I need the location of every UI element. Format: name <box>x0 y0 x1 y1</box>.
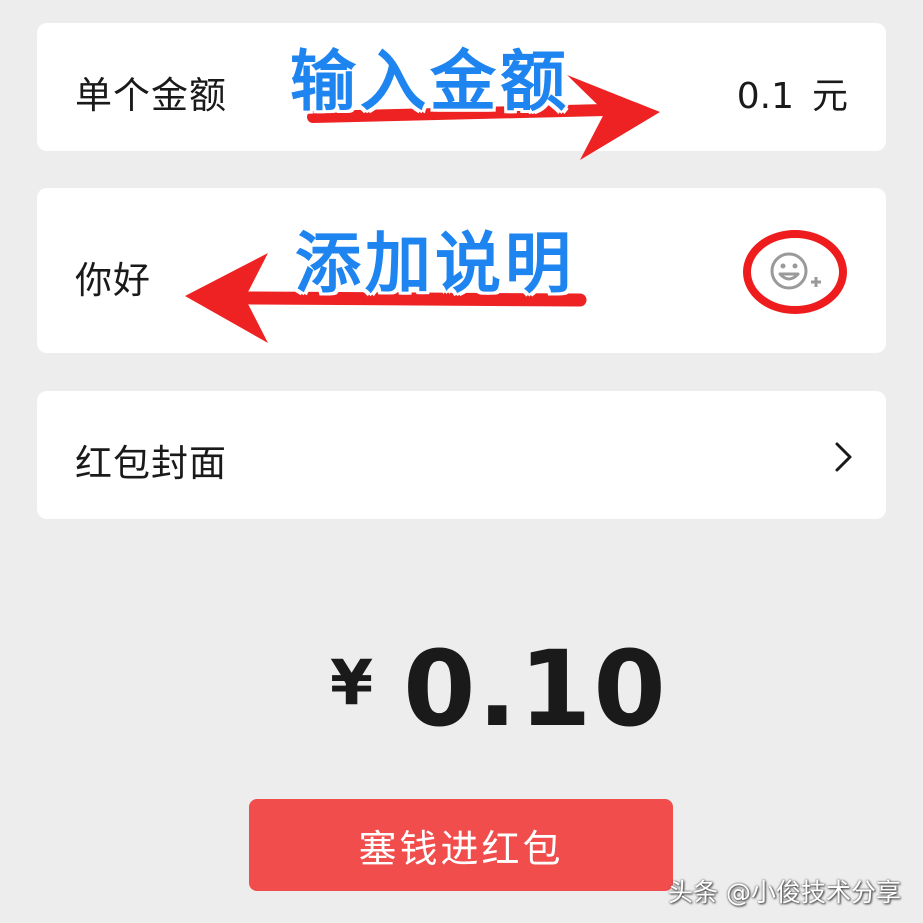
chevron-right-icon <box>835 442 852 472</box>
emoji-add-icon[interactable] <box>742 229 848 315</box>
red-packet-page: 单个金额 0.1 元 你好 红包封面 输入金额 添加说明 ¥ 0.10 塞钱进红… <box>0 0 923 923</box>
submit-button[interactable]: 塞钱进红包 <box>249 799 673 891</box>
cover-label: 红包封面 <box>75 442 227 485</box>
cover-row[interactable]: 红包封面 <box>37 391 886 519</box>
total-amount: ¥ 0.10 <box>330 628 668 750</box>
currency-symbol: ¥ <box>330 645 374 719</box>
amount-label: 单个金额 <box>75 74 227 117</box>
note-input[interactable]: 你好 <box>75 250 151 304</box>
amount-input[interactable]: 0.1 元 <box>737 67 848 119</box>
amount-value: 0.1 <box>736 76 794 117</box>
annotation-amount-hint: 输入金额 <box>290 43 570 120</box>
total-value: 0.10 <box>403 628 668 750</box>
watermark: 头条 @小俊技术分享 <box>668 878 901 907</box>
amount-unit: 元 <box>811 76 848 117</box>
annotation-note-hint: 添加说明 <box>295 225 575 302</box>
